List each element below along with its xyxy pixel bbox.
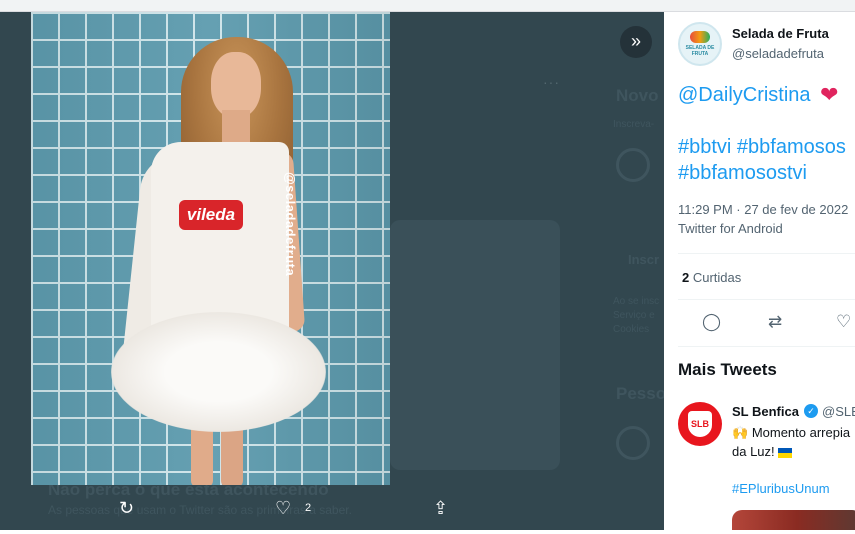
like-icon[interactable]: ♡ xyxy=(275,498,291,518)
more-options-icon[interactable]: ··· xyxy=(543,74,560,90)
bg-text-inscreva: Inscreva- xyxy=(613,119,655,130)
bg-ghost-circle xyxy=(616,148,650,182)
retweet-icon[interactable]: ⇄ xyxy=(768,312,782,332)
more-tweets-title: Mais Tweets xyxy=(678,360,777,379)
more-tweet-text-line1: 🙌 Momento arrepia xyxy=(732,425,851,440)
bg-text-inscr: Inscr xyxy=(628,252,660,267)
verified-icon: ✓ xyxy=(804,404,818,418)
bg-text-pessoa: Pessoa xyxy=(616,384,664,403)
share-icon[interactable]: ⇪ xyxy=(433,498,448,518)
raising-hands-icon: 🙌 xyxy=(732,425,749,440)
red-heart-icon: ❤ xyxy=(820,82,839,107)
tweet-timestamp[interactable]: 11:29 PM · 27 de fev de 2022 xyxy=(678,202,848,217)
photo-face xyxy=(211,52,261,118)
tweet-source: Twitter for Android xyxy=(678,221,783,236)
divider xyxy=(678,346,855,347)
likes-label: Curtidas xyxy=(692,270,742,285)
browser-top-strip xyxy=(0,0,855,12)
like-count: 2 xyxy=(305,502,312,514)
bg-text-novo: Novo xyxy=(616,86,659,105)
bg-ghost-circle-2 xyxy=(616,426,650,460)
photo-watermark: @seladadefruta xyxy=(283,172,298,277)
benfica-avatar[interactable]: SLB xyxy=(678,402,722,446)
divider xyxy=(678,253,855,254)
likes-stat[interactable]: 2 Curtidas xyxy=(682,270,741,285)
hashtags-line-2[interactable]: #bbfamosostvi xyxy=(678,162,807,185)
fruit-icon xyxy=(690,31,710,43)
more-tweet-author[interactable]: SL Benfica xyxy=(732,404,799,419)
avatar[interactable]: SELADA DE FRUTA xyxy=(678,22,722,66)
more-tweet-media[interactable] xyxy=(732,510,855,530)
avatar-text: SELADA DE FRUTA xyxy=(685,45,715,57)
mention-link[interactable]: @DailyCristina xyxy=(678,84,811,107)
media-action-bar: ↻ ♡ 2 ⇪ xyxy=(31,498,531,524)
likes-count: 2 xyxy=(682,270,690,285)
reply-icon[interactable]: ◯ xyxy=(702,312,721,332)
divider xyxy=(678,299,855,300)
bg-text-cookies: Cookies xyxy=(613,324,650,335)
media-viewer: Novo Inscreva- Inscr Ao se insc Serviço … xyxy=(0,12,664,530)
benfica-crest-icon: SLB xyxy=(688,411,712,437)
photo-feather-hem xyxy=(111,312,326,432)
more-tweet-hashtag[interactable]: #EPluribusUnum xyxy=(732,481,830,496)
bg-text-servico: Serviço e xyxy=(613,310,655,321)
tweet-detail-panel: SELADA DE FRUTA Selada de Fruta @seladad… xyxy=(664,12,855,530)
bg-text-ao-se: Ao se insc xyxy=(613,296,660,307)
like-icon[interactable]: ♡ xyxy=(836,312,851,332)
more-tweet-text-line2: da Luz! xyxy=(732,444,792,459)
more-tweet-handle[interactable]: @SLB xyxy=(822,404,855,419)
hashtags-line-1[interactable]: #bbtvi #bbfamosos xyxy=(678,136,846,159)
brand-logo: vileda xyxy=(179,200,243,230)
bottom-strip xyxy=(0,530,855,534)
retweet-icon[interactable]: ↻ xyxy=(119,498,134,518)
bg-ghost-panel xyxy=(390,220,560,470)
author-name[interactable]: Selada de Fruta xyxy=(732,26,829,41)
expand-icon[interactable]: » xyxy=(620,26,652,58)
author-handle[interactable]: @seladadefruta xyxy=(732,46,824,61)
tweet-photo[interactable]: vileda @seladadefruta xyxy=(31,12,390,485)
ukraine-flag-icon xyxy=(777,447,792,458)
